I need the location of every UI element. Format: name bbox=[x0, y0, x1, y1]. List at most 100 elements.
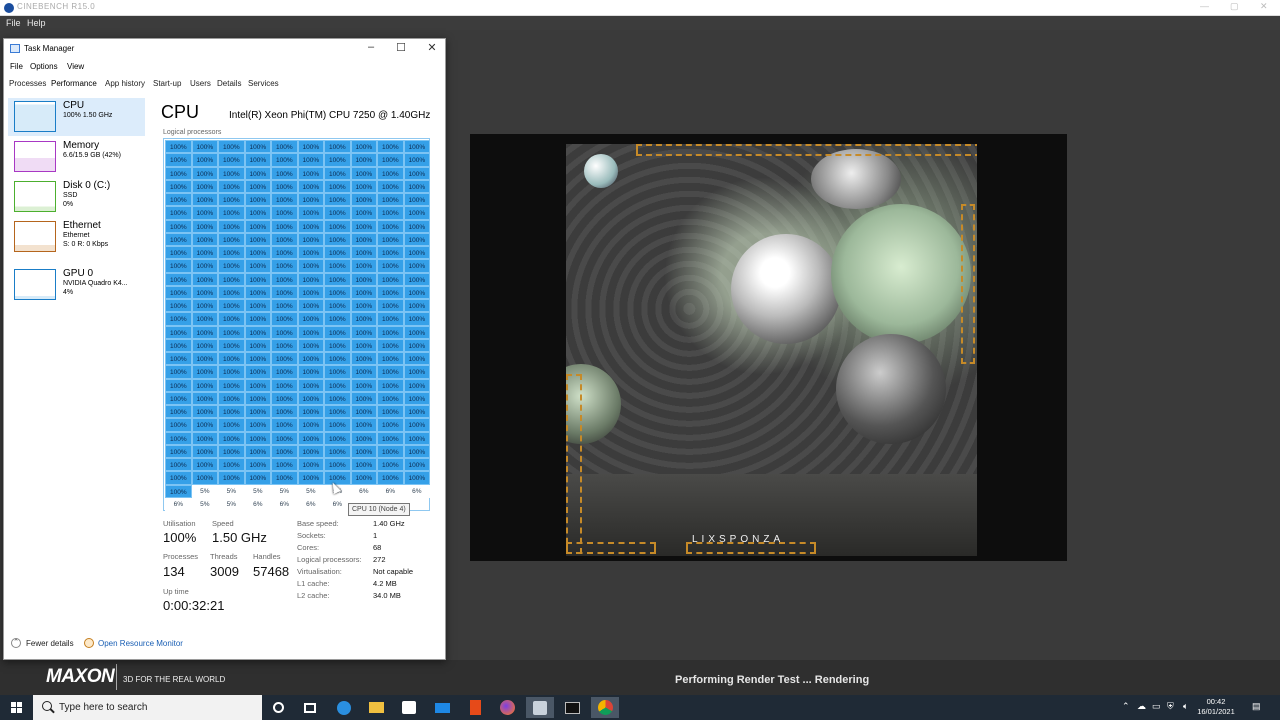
logical-processor-cell: 6% bbox=[377, 484, 404, 498]
tab-start-up[interactable]: Start-up bbox=[153, 79, 181, 88]
logical-processor-cell: 100% bbox=[244, 312, 272, 326]
logical-processor-cell: 100% bbox=[297, 299, 325, 313]
maximize-icon[interactable]: ☐ bbox=[391, 41, 411, 54]
open-resource-monitor-link[interactable]: Open Resource Monitor bbox=[98, 639, 183, 648]
menu-view[interactable]: View bbox=[67, 62, 84, 71]
menu-file[interactable]: File bbox=[6, 18, 21, 28]
logical-processor-cell: 100% bbox=[297, 272, 325, 286]
security-icon[interactable]: ⛨ bbox=[1167, 701, 1174, 712]
edge-icon[interactable] bbox=[330, 697, 358, 718]
cpu-model: Intel(R) Xeon Phi(TM) CPU 7250 @ 1.40GHz bbox=[229, 110, 431, 121]
logical-processor-cell: 100% bbox=[324, 193, 351, 207]
menu-help[interactable]: Help bbox=[27, 18, 46, 28]
task-view-icon[interactable] bbox=[296, 697, 324, 718]
sidebar-item-sub: 100% 1.50 GHz bbox=[63, 112, 113, 119]
task-manager-titlebar[interactable]: Task Manager – ☐ ✕ bbox=[4, 39, 445, 59]
menu-options[interactable]: Options bbox=[30, 62, 58, 71]
tab-details[interactable]: Details bbox=[217, 79, 241, 88]
tab-users[interactable]: Users bbox=[190, 79, 211, 88]
terminal-icon[interactable] bbox=[558, 697, 586, 718]
minimize-icon[interactable]: — bbox=[1200, 1, 1209, 11]
close-icon[interactable]: ✕ bbox=[422, 41, 442, 54]
start-button[interactable] bbox=[0, 695, 32, 720]
logical-processor-cell: 100% bbox=[165, 206, 192, 220]
ethernet-graph-thumb bbox=[14, 221, 56, 252]
logical-processor-cell: 100% bbox=[377, 352, 404, 366]
logical-processor-cell: 100% bbox=[350, 418, 378, 432]
chrome-icon[interactable] bbox=[591, 697, 619, 718]
file-explorer-icon[interactable] bbox=[362, 697, 390, 718]
menu-file[interactable]: File bbox=[10, 62, 23, 71]
handles-label: Handles bbox=[253, 552, 281, 561]
minimize-icon[interactable]: – bbox=[361, 41, 381, 53]
sidebar-item-cpu[interactable]: CPU 100% 1.50 GHz bbox=[8, 98, 145, 136]
logical-processor-cell: 5% bbox=[218, 497, 245, 512]
logical-processor-cell: 100% bbox=[350, 405, 378, 419]
logical-processor-cell: 100% bbox=[191, 153, 219, 167]
logical-processor-cell: 100% bbox=[244, 232, 272, 247]
cortana-icon[interactable] bbox=[264, 697, 292, 718]
logical-processor-cell: 100% bbox=[191, 272, 219, 286]
fewer-details-link[interactable]: Fewer details bbox=[26, 639, 74, 648]
logical-processor-cell: 100% bbox=[403, 405, 431, 419]
volume-icon[interactable]: 🔈︎ bbox=[1183, 701, 1188, 712]
logical-processor-cell: 100% bbox=[218, 166, 245, 180]
office-icon[interactable] bbox=[461, 697, 489, 718]
logical-processor-cell: 100% bbox=[403, 365, 431, 379]
render-bucket bbox=[961, 204, 975, 364]
logical-processor-cell: 100% bbox=[218, 246, 245, 260]
logical-processor-cell: 100% bbox=[403, 140, 431, 154]
logical-processor-cell: 100% bbox=[271, 365, 298, 379]
logical-processor-cell: 100% bbox=[191, 418, 219, 432]
logical-processor-cell: 100% bbox=[191, 338, 219, 353]
logical-processor-cell: 100% bbox=[377, 338, 404, 353]
detail-key: Sockets: bbox=[297, 531, 326, 540]
tab-services[interactable]: Services bbox=[248, 79, 279, 88]
logical-processor-cell: 100% bbox=[350, 246, 378, 260]
detail-value: 272 bbox=[373, 555, 386, 564]
logical-processor-cell: 6% bbox=[165, 497, 192, 512]
logical-processor-cell: 100% bbox=[271, 405, 298, 419]
taskbar-search[interactable]: Type here to search bbox=[33, 695, 262, 720]
tab-processes[interactable]: Processes bbox=[9, 79, 46, 88]
uptime-value: 0:00:32:21 bbox=[163, 598, 225, 613]
notifications-icon[interactable]: ▤ bbox=[1252, 701, 1261, 712]
logical-processors-grid[interactable]: 100% 100% 100% 100% 100% 100% 100% 100% 100% 100%… bbox=[163, 138, 431, 512]
logical-processor-cell: 6% bbox=[350, 484, 378, 498]
logical-processor-cell: 100% bbox=[244, 365, 272, 379]
tab-app-history[interactable]: App history bbox=[105, 79, 145, 88]
cinebench-icon[interactable] bbox=[526, 697, 554, 718]
logical-processor-cell: 100% bbox=[297, 259, 325, 273]
utilisation-value: 100% bbox=[163, 530, 197, 545]
clock[interactable]: 00:42 16/01/2021 bbox=[1196, 697, 1236, 717]
firefox-icon[interactable] bbox=[493, 697, 521, 718]
logical-processor-cell: 100% bbox=[324, 246, 351, 260]
chevron-up-icon[interactable]: ⌃ bbox=[1122, 701, 1130, 712]
logical-processor-cell: 100% bbox=[218, 352, 245, 366]
maximize-icon[interactable]: ▢ bbox=[1230, 1, 1239, 12]
sidebar-item-memory[interactable]: Memory 6.6/15.9 GB (42%) bbox=[8, 138, 145, 176]
detail-value: Not capable bbox=[373, 567, 414, 576]
logical-processor-cell: 6% bbox=[244, 497, 272, 512]
chevron-up-icon[interactable]: ⌃ bbox=[11, 638, 21, 648]
render-brand: LIXSPONZA bbox=[692, 534, 785, 545]
store-icon[interactable] bbox=[395, 697, 423, 718]
logical-processor-cell: 100% bbox=[165, 484, 192, 498]
logical-processor-cell: 100% bbox=[403, 206, 431, 220]
sidebar-item-ethernet[interactable]: Ethernet Ethernet S: 0 R: 0 Kbps bbox=[8, 218, 145, 256]
onedrive-icon[interactable]: ☁ bbox=[1137, 701, 1146, 712]
logical-processor-cell: 100% bbox=[297, 418, 325, 432]
logical-processor-cell: 100% bbox=[324, 285, 351, 300]
cinebench-titlebar: CINEBENCH R15.0 — ▢ ✕ bbox=[0, 0, 1280, 16]
keyboard-icon[interactable]: ▭ bbox=[1152, 701, 1161, 712]
tab-performance[interactable]: Performance bbox=[51, 79, 97, 88]
close-icon[interactable]: ✕ bbox=[1260, 1, 1268, 12]
logical-processor-cell: 100% bbox=[271, 272, 298, 286]
sidebar-item-gpu[interactable]: GPU 0 NVIDIA Quadro K4... 4% bbox=[8, 266, 145, 304]
logical-processor-cell: 100% bbox=[297, 325, 325, 339]
logical-processor-cell: 100% bbox=[271, 352, 298, 366]
resource-monitor-icon bbox=[84, 638, 94, 648]
mail-icon[interactable] bbox=[428, 697, 456, 718]
logical-processor-cell: 100% bbox=[191, 299, 219, 313]
sidebar-item-disk[interactable]: Disk 0 (C:) SSD 0% bbox=[8, 178, 145, 216]
